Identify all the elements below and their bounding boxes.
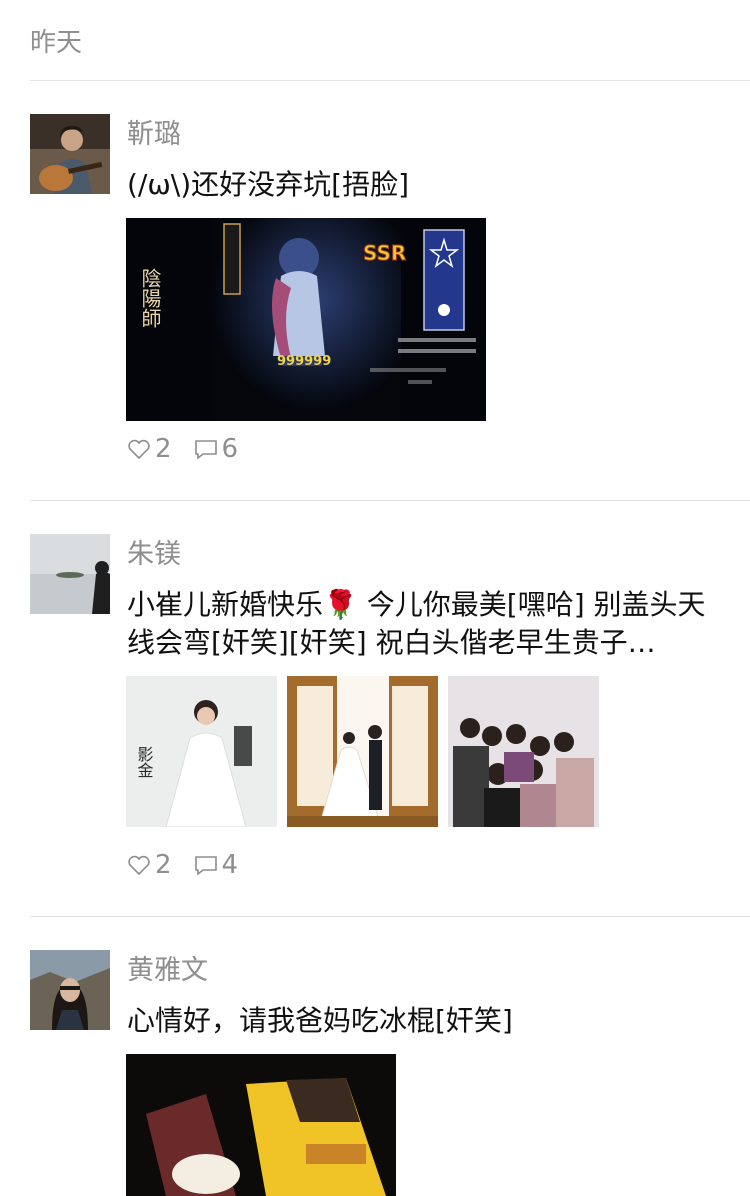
bride-photo: 影金 [126, 676, 277, 827]
post-text: 小崔儿新婚快乐🌹 今儿你最美[嘿哈] 别盖头天线会弯[奸笑][奸笑] 祝白头偕老… [127, 588, 706, 659]
svg-text:影金: 影金 [135, 746, 154, 778]
game-screenshot-image: 陰陽師 SSR 999999 [126, 218, 486, 421]
like-count: 2 [155, 850, 172, 880]
wedding-couple-photo [287, 676, 438, 827]
avatar-woman-icon [30, 950, 110, 1030]
comment-count: 4 [221, 850, 239, 880]
price-readout: 999999 [277, 354, 331, 369]
section-date-header: 昨天 [30, 28, 83, 58]
post-text: 心情好，请我爸妈吃冰棍[奸笑] [127, 1004, 513, 1037]
comment-icon[interactable] [194, 438, 218, 460]
comment-count: 6 [221, 434, 239, 464]
ssr-badge: SSR [363, 241, 406, 265]
post-image[interactable] [448, 676, 599, 827]
post-text: (/ω\)还好没弃坑[捂脸] [127, 168, 410, 201]
group-photo [448, 676, 599, 827]
heart-icon[interactable] [127, 438, 151, 460]
heart-icon[interactable] [127, 854, 151, 876]
like-count: 2 [155, 434, 172, 464]
divider [30, 80, 750, 81]
calligraphy-label: 陰陽師 [138, 268, 162, 328]
divider [30, 916, 750, 917]
avatar-guitar-icon [30, 114, 110, 194]
post-image[interactable] [287, 676, 438, 827]
ice-cream-photo [126, 1054, 396, 1196]
post-image[interactable] [126, 1054, 396, 1196]
post-image[interactable]: 陰陽師 SSR 999999 [126, 218, 486, 421]
post-author-name[interactable]: 黄雅文 [127, 948, 208, 987]
divider [30, 500, 750, 501]
avatar[interactable] [30, 950, 110, 1030]
post-image[interactable]: 影金 [126, 676, 277, 827]
post-stats: 2 6 [127, 434, 260, 464]
post-author-name[interactable]: 靳璐 [127, 112, 181, 151]
avatar-lake-icon [30, 534, 110, 614]
post-stats: 2 4 [127, 850, 260, 880]
comment-icon[interactable] [194, 854, 218, 876]
avatar[interactable] [30, 534, 110, 614]
avatar[interactable] [30, 114, 110, 194]
post-author-name[interactable]: 朱镁 [127, 532, 181, 571]
